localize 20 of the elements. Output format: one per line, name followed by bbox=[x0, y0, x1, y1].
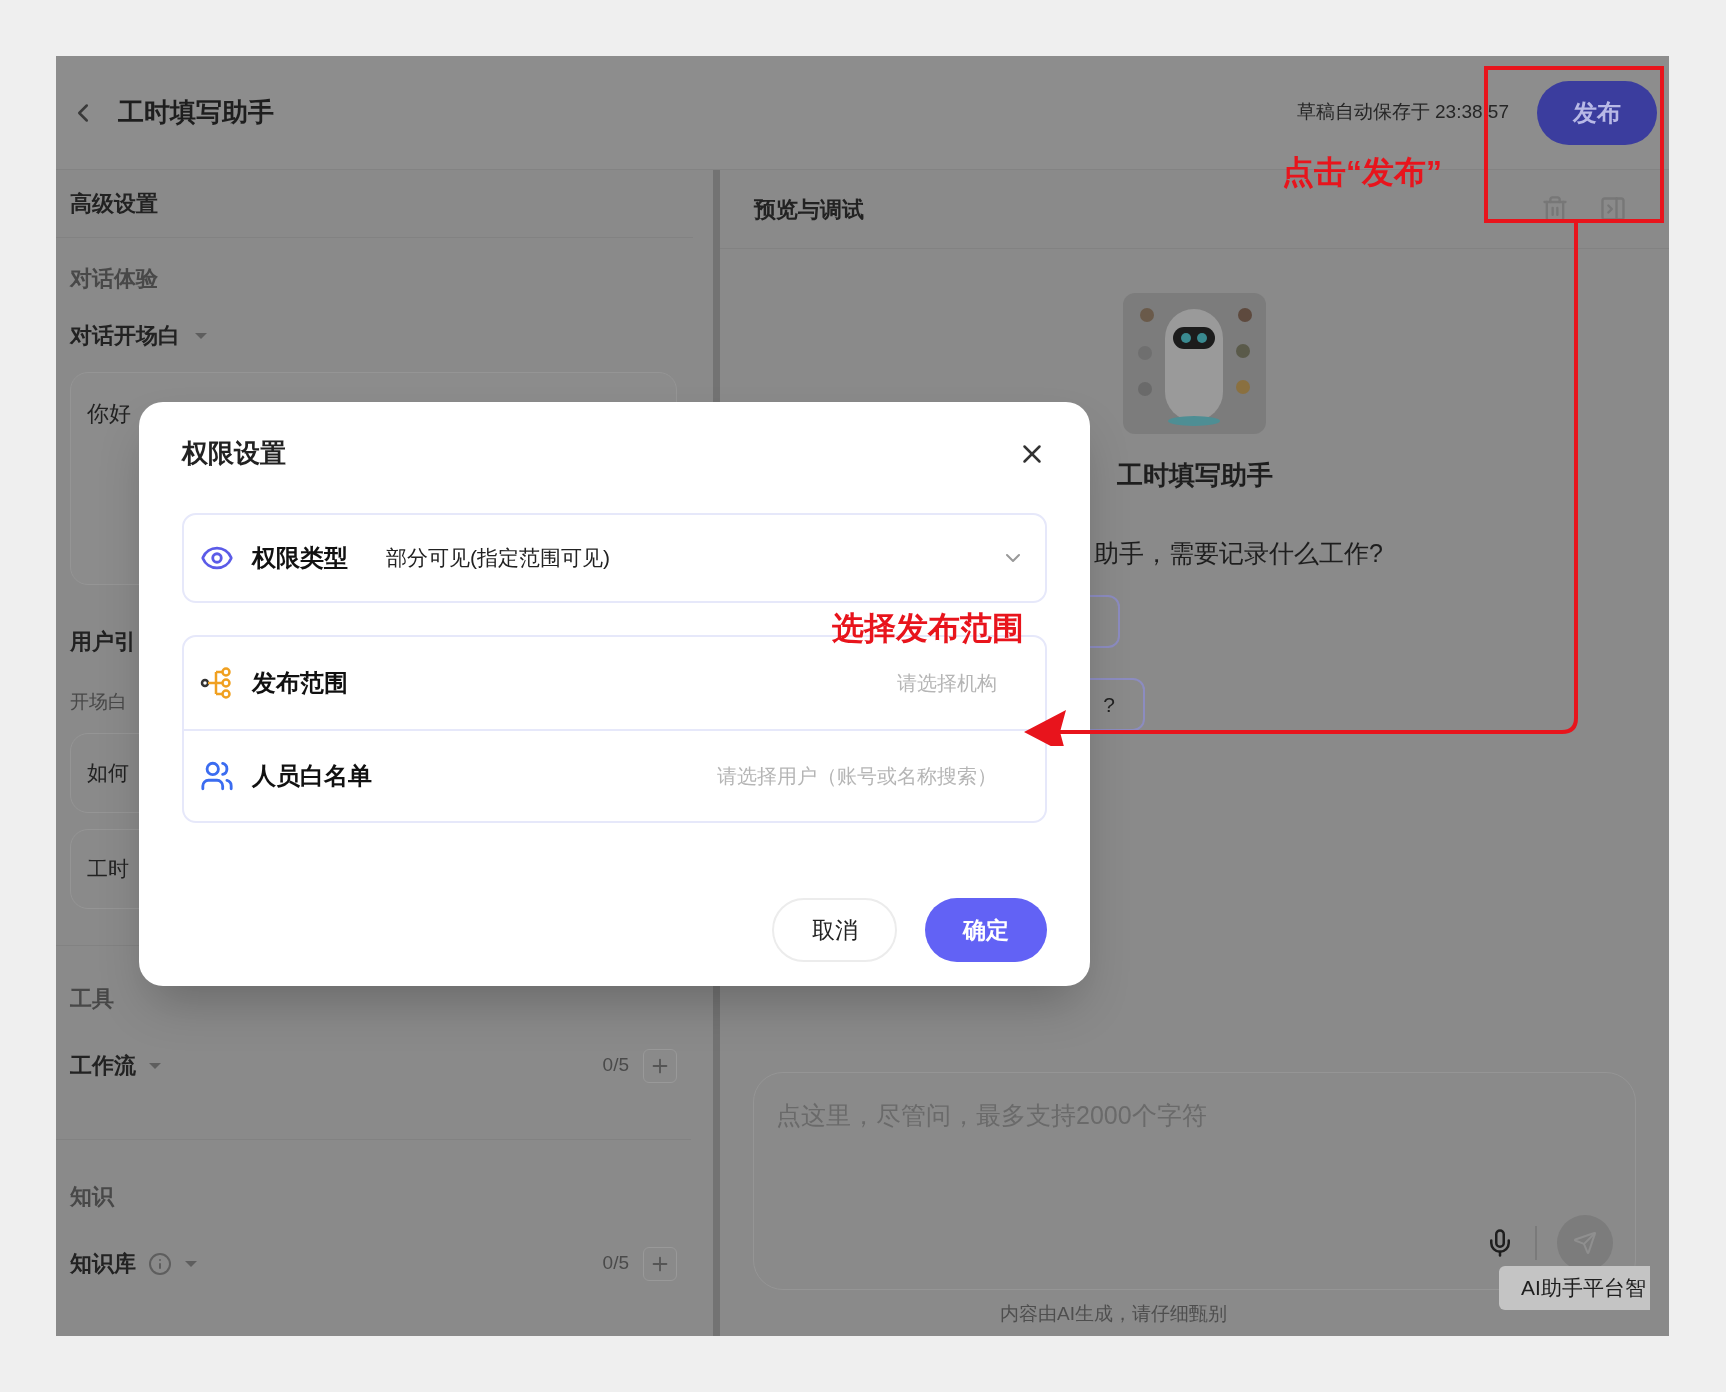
bot-name: 工时填写助手 bbox=[1116, 459, 1273, 492]
panel-title: 高级设置 bbox=[70, 190, 158, 218]
item-count: 0/5 bbox=[602, 1053, 629, 1078]
tooltip: AI助手平台智 bbox=[1499, 1266, 1650, 1310]
item-count: 0/5 bbox=[602, 1251, 629, 1276]
page-title: 工时填写助手 bbox=[118, 96, 274, 129]
annotation-text: 点击“发布” bbox=[1282, 153, 1442, 192]
section-heading: 知识 bbox=[70, 1182, 116, 1211]
greeting-message: 助手，需要记录什么工作? bbox=[1094, 538, 1383, 569]
field-label: 知识库 bbox=[70, 1250, 136, 1278]
section-heading: 用户引 bbox=[70, 628, 137, 656]
field-label: 工作流 bbox=[70, 1052, 136, 1080]
section-heading: 工具 bbox=[70, 984, 115, 1013]
disclaimer-text: 内容由AI生成，请仔细甄别 bbox=[1000, 1302, 1227, 1326]
field-label: 对话开场白 bbox=[70, 322, 180, 350]
field-label: 开场白 bbox=[70, 690, 128, 714]
panel-title: 预览与调试 bbox=[754, 195, 864, 224]
dialog-title: 权限设置 bbox=[182, 437, 286, 470]
section-heading: 对话体验 bbox=[70, 265, 159, 293]
annotation-text: 选择发布范围 bbox=[832, 609, 1024, 648]
